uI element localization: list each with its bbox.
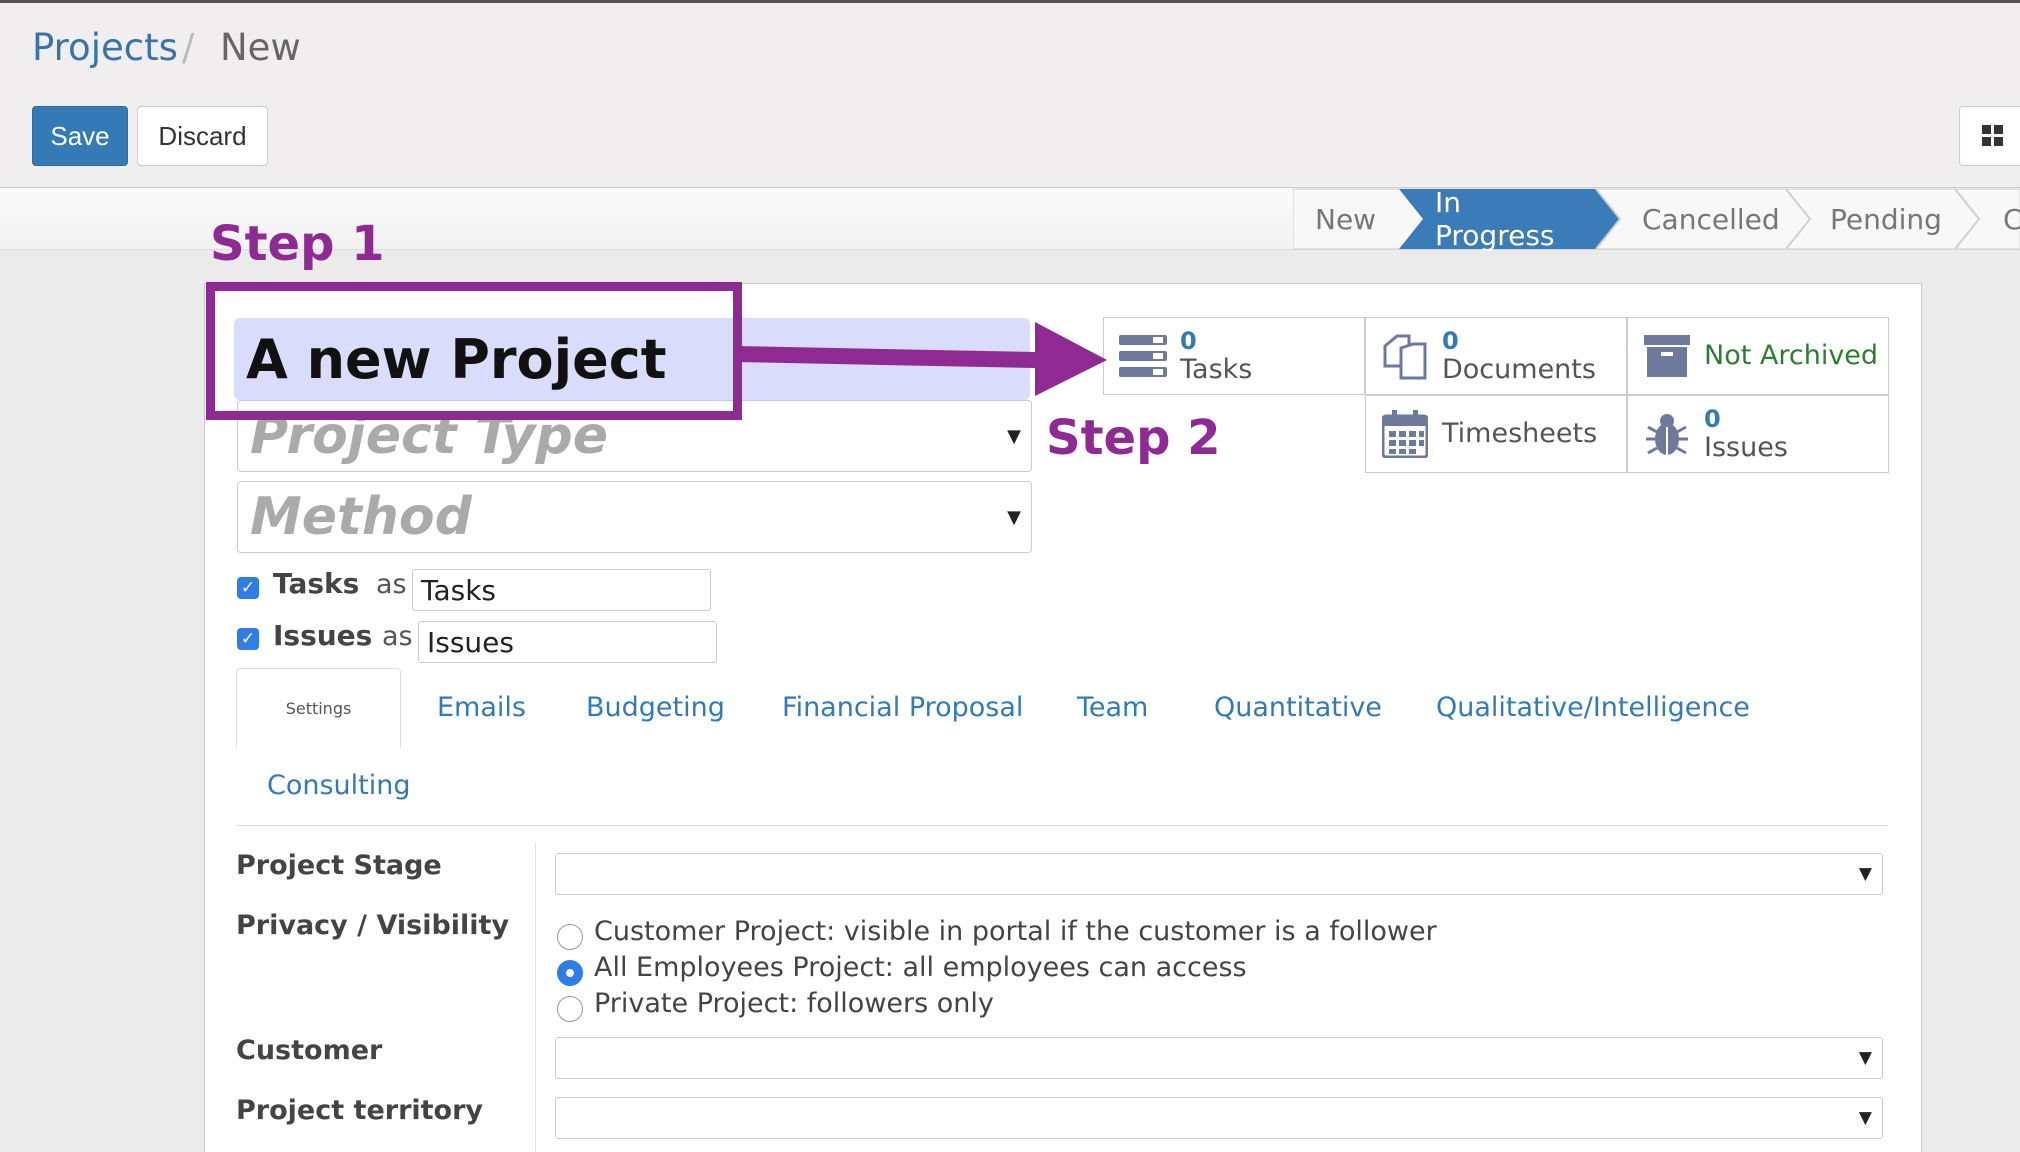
tab-team[interactable]: Team [1077, 692, 1148, 723]
check-icon: ✓ [240, 578, 256, 598]
chevron-down-icon: ▼ [1858, 864, 1872, 884]
chevron-down-icon: ▼ [1858, 1108, 1872, 1128]
breadcrumb-separator: / [182, 26, 195, 69]
project-stage-select[interactable]: ▼ [555, 853, 1883, 895]
tab-quantitative[interactable]: Quantitative [1214, 692, 1382, 723]
privacy-label: Privacy / Visibility [236, 910, 510, 941]
step-arrow-icon [735, 322, 1107, 396]
privacy-radio-customer[interactable] [557, 924, 583, 950]
breadcrumb-current: New [220, 26, 301, 69]
issues-smart-label: Issues [1704, 431, 1788, 463]
archive-icon [1644, 335, 1690, 377]
issues-checkbox[interactable]: ✓ [237, 628, 259, 650]
tab-financial-proposal[interactable]: Financial Proposal [782, 692, 1023, 723]
control-panel [0, 0, 2020, 188]
tab-divider [236, 825, 1888, 826]
step1-highlight-box [206, 282, 742, 420]
step1-annotation: Step 1 [210, 216, 385, 272]
tab-budgeting[interactable]: Budgeting [586, 692, 725, 723]
tab-consulting[interactable]: Consulting [267, 770, 411, 801]
territory-select[interactable]: ▼ [555, 1097, 1883, 1139]
chevron-down-icon: ▼ [1858, 1048, 1872, 1068]
tasks-alias-input[interactable]: Tasks [412, 569, 711, 611]
tab-emails[interactable]: Emails [437, 692, 526, 723]
field-divider [535, 843, 536, 1152]
timesheets-smart-button[interactable]: Timesheets [1365, 395, 1627, 473]
tab-qualitative-intelligence[interactable]: Qualitative/Intelligence [1436, 692, 1750, 723]
documents-count: 0 [1442, 326, 1459, 355]
archive-toggle-button[interactable]: Not Archived [1627, 317, 1889, 395]
issues-count: 0 [1704, 404, 1721, 433]
customer-label: Customer [236, 1035, 383, 1066]
tasks-icon [1119, 335, 1167, 377]
kanban-view-button[interactable] [1959, 106, 2020, 166]
documents-icon [1383, 334, 1427, 380]
privacy-option-customer: Customer Project: visible in portal if t… [594, 916, 1437, 947]
as-label: as [382, 621, 413, 652]
documents-smart-button[interactable]: 0 Documents [1365, 317, 1627, 395]
method-select[interactable]: Method ▼ [237, 481, 1032, 553]
stage-pending[interactable]: Pending [1830, 188, 1942, 250]
stage-new[interactable]: New [1315, 188, 1376, 250]
stage-cancelled[interactable]: Cancelled [1642, 188, 1780, 250]
issues-smart-button[interactable]: 0 Issues [1627, 395, 1889, 473]
tasks-checkbox[interactable]: ✓ [237, 577, 259, 599]
privacy-radio-private[interactable] [557, 996, 583, 1022]
check-icon: ✓ [240, 629, 256, 649]
issues-alias-input[interactable]: Issues [418, 621, 717, 663]
tasks-smart-label: Tasks [1180, 353, 1253, 385]
privacy-option-employees: All Employees Project: all employees can… [594, 952, 1247, 983]
chevron-down-icon: ▼ [1007, 425, 1021, 447]
method-placeholder: Method [250, 487, 472, 547]
privacy-radio-employees[interactable] [557, 960, 583, 986]
customer-select[interactable]: ▼ [555, 1037, 1883, 1079]
timesheets-smart-label: Timesheets [1442, 418, 1598, 449]
discard-button[interactable]: Discard [137, 106, 268, 166]
tasks-smart-button[interactable]: 0 Tasks [1103, 317, 1365, 395]
as-label: as [376, 569, 407, 600]
tasks-label: Tasks [273, 567, 360, 600]
calendar-icon [1382, 410, 1428, 458]
chevron-down-icon: ▼ [1007, 506, 1021, 528]
grid-icon [1982, 125, 2003, 146]
privacy-option-private: Private Project: followers only [594, 988, 994, 1019]
bug-icon [1646, 414, 1688, 455]
territory-label: Project territory [236, 1095, 484, 1126]
issues-label: Issues [273, 619, 373, 652]
archive-status-label: Not Archived [1704, 340, 1879, 371]
tab-settings[interactable]: Settings [236, 668, 401, 748]
documents-smart-label: Documents [1442, 353, 1596, 385]
stage-next[interactable]: C [2003, 188, 2020, 250]
project-stage-label: Project Stage [236, 850, 442, 881]
save-button[interactable]: Save [32, 106, 128, 166]
stage-in-progress[interactable]: In Progress [1435, 186, 1555, 252]
tasks-count: 0 [1180, 326, 1197, 355]
breadcrumb-projects[interactable]: Projects [32, 26, 178, 69]
step2-annotation: Step 2 [1046, 410, 1221, 466]
